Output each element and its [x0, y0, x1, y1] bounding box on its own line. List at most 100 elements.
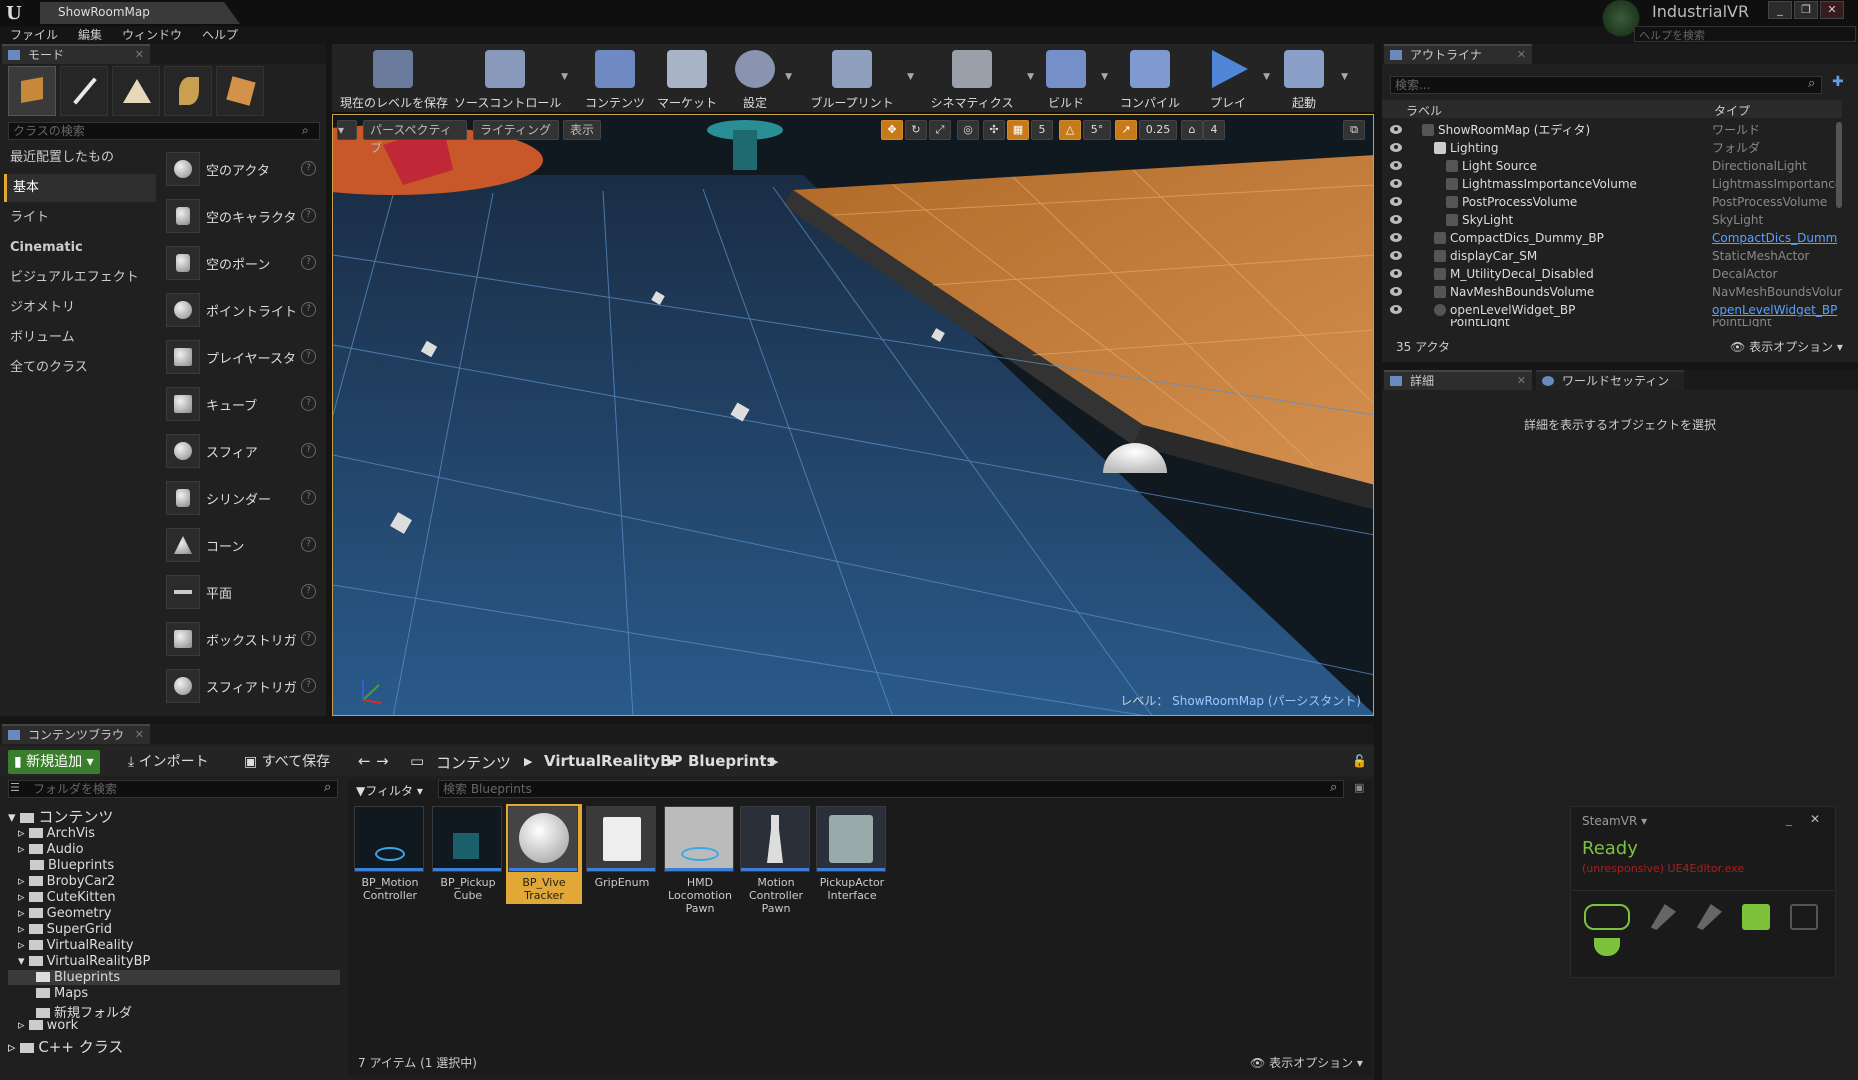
headset-icon[interactable]	[1584, 904, 1630, 930]
viewport-options-button[interactable]: ▾	[337, 120, 357, 140]
geometry-mode-button[interactable]	[216, 66, 264, 116]
place-item[interactable]: 空のキャラクタ?	[162, 194, 322, 239]
tab-modes[interactable]: モード ✕	[2, 44, 150, 64]
tree-node[interactable]: ▹ Geometry	[18, 906, 112, 921]
help-icon[interactable]: ?	[301, 255, 316, 270]
camera-speed-value[interactable]: 4	[1203, 120, 1225, 140]
close-icon[interactable]: ✕	[135, 726, 144, 744]
save-level-button[interactable]: 現在のレベルを保存	[340, 44, 448, 112]
row-type-link[interactable]: CompactDics_Dumm	[1712, 229, 1842, 247]
outliner-row[interactable]: NavMeshBoundsVolume NavMeshBoundsVolun	[1382, 283, 1842, 301]
maximize-viewport-icon[interactable]: ⧉	[1343, 120, 1365, 140]
scale-snap-value[interactable]: 0.25	[1139, 120, 1177, 140]
breadcrumb-separator[interactable]: ▶	[668, 755, 676, 768]
help-icon[interactable]: ?	[301, 443, 316, 458]
eye-icon[interactable]	[1390, 161, 1402, 170]
help-icon[interactable]: ?	[301, 302, 316, 317]
menu-file[interactable]: ファイル	[10, 26, 58, 43]
minimize-button[interactable]: _	[1768, 1, 1792, 19]
place-mode-button[interactable]	[8, 66, 56, 116]
help-icon[interactable]: ?	[301, 490, 316, 505]
chevron-down-icon[interactable]: ▼	[1101, 72, 1108, 82]
breadcrumb-virtualrealitybp[interactable]: VirtualRealityBP	[544, 752, 683, 770]
help-icon[interactable]: ?	[301, 161, 316, 176]
eye-icon[interactable]	[1390, 305, 1402, 314]
outliner-row[interactable]: M_UtilityDecal_Disabled DecalActor	[1382, 265, 1842, 283]
category-visual-effects[interactable]: ビジュアルエフェクト	[4, 264, 156, 292]
asset-tile[interactable]: PickupActor Interface	[816, 806, 888, 902]
tree-node[interactable]: Blueprints	[30, 858, 114, 873]
tree-node-selected[interactable]: Blueprints	[8, 970, 340, 985]
category-all-classes[interactable]: 全てのクラス	[4, 354, 156, 382]
add-actor-icon[interactable]: ✚	[1832, 74, 1844, 90]
tree-node[interactable]: Maps	[36, 986, 88, 1001]
asset-search-input[interactable]: 検索 Blueprints	[438, 780, 1344, 798]
rotation-snap-value[interactable]: 5°	[1083, 120, 1111, 140]
close-icon[interactable]: ✕	[1517, 46, 1526, 64]
tree-node[interactable]: ▹ ArchVis	[18, 826, 95, 841]
asset-tile[interactable]: Motion Controller Pawn	[740, 806, 812, 915]
outliner-view-options[interactable]: 👁 表示オプション ▾	[1730, 338, 1843, 355]
eye-icon[interactable]	[1390, 197, 1402, 206]
help-icon[interactable]: ?	[301, 631, 316, 646]
asset-tile[interactable]: HMD Locomotion Pawn	[664, 806, 736, 915]
blueprints-button[interactable]: ブループリント ▼	[802, 44, 914, 112]
asset-tile-selected[interactable]: BP_Vive Tracker	[506, 804, 582, 904]
asset-tile[interactable]: BP_Pickup Cube	[432, 806, 504, 902]
class-search-input[interactable]: クラスの検索	[8, 122, 320, 140]
translate-icon[interactable]: ✥	[881, 120, 903, 140]
level-viewport[interactable]: ▾ パースペクティブ ライティング 表示 ✥ ↻ ⤢ ◎ ✣ ▦ 5 △ 5° …	[332, 114, 1374, 716]
outliner-row[interactable]: Lighting フォルダ	[1382, 139, 1842, 157]
grid-snap-icon[interactable]: ▦	[1007, 120, 1029, 140]
outliner-row[interactable]: PointLight PointLight	[1382, 319, 1842, 327]
breadcrumb-root[interactable]: コンテンツ	[436, 752, 511, 773]
help-icon[interactable]: ?	[301, 584, 316, 599]
splitter[interactable]	[1374, 370, 1382, 1080]
eye-icon[interactable]	[1390, 251, 1402, 260]
category-basic[interactable]: 基本	[4, 174, 156, 202]
content-view-options[interactable]: 👁 表示オプション ▾	[1250, 1054, 1363, 1071]
breadcrumb-blueprints[interactable]: Blueprints	[688, 752, 775, 770]
eye-icon[interactable]	[1390, 287, 1402, 296]
camera-speed-icon[interactable]: ⌂	[1181, 120, 1203, 140]
breadcrumb-separator[interactable]: ▶	[524, 755, 532, 768]
category-cinematic[interactable]: Cinematic	[4, 234, 156, 262]
chevron-down-icon[interactable]: ▼	[907, 72, 914, 82]
tree-node[interactable]: ▹ C++ クラス	[8, 1036, 123, 1057]
place-item[interactable]: 空のアクタ?	[162, 147, 322, 192]
source-control-button[interactable]: ソースコントロール ▼	[454, 44, 568, 112]
eye-icon[interactable]	[1390, 179, 1402, 188]
outliner-row[interactable]: CompactDics_Dummy_BP CompactDics_Dumm	[1382, 229, 1842, 247]
place-item[interactable]: 空のポーン?	[162, 241, 322, 286]
tree-node[interactable]: ▹ BrobyCar2	[18, 874, 115, 889]
tab-details[interactable]: 詳細 ✕	[1384, 370, 1532, 390]
col-type[interactable]: タイプ	[1714, 102, 1750, 119]
tree-node[interactable]: ▹ work	[18, 1018, 78, 1033]
chevron-down-icon[interactable]: ▼	[1341, 72, 1348, 82]
scale-snap-icon[interactable]: ↗	[1115, 120, 1137, 140]
tab-outliner[interactable]: アウトライナ ✕	[1384, 44, 1532, 64]
world-icon[interactable]: ◎	[957, 120, 979, 140]
category-lights[interactable]: ライト	[4, 204, 156, 232]
foliage-mode-button[interactable]	[164, 66, 212, 116]
menu-help[interactable]: ヘルプ	[202, 26, 238, 43]
outliner-row[interactable]: ShowRoomMap (エディタ) ワールド	[1382, 121, 1842, 139]
help-icon[interactable]: ?	[301, 537, 316, 552]
outliner-row[interactable]: Light Source DirectionalLight	[1382, 157, 1842, 175]
maximize-button[interactable]: ❐	[1794, 1, 1818, 19]
outliner-row[interactable]: LightmassImportanceVolume LightmassImport…	[1382, 175, 1842, 193]
outliner-row[interactable]: SkyLight SkyLight	[1382, 211, 1842, 229]
base-station-icon[interactable]	[1790, 904, 1818, 930]
eye-icon[interactable]	[1390, 143, 1402, 152]
outliner-row[interactable]: displayCar_SM StaticMeshActor	[1382, 247, 1842, 265]
sources-toggle-icon[interactable]: ☰	[10, 781, 20, 794]
rotation-snap-icon[interactable]: △	[1059, 120, 1081, 140]
tab-world-settings[interactable]: ワールドセッティン	[1536, 370, 1684, 390]
outliner-row[interactable]: PostProcessVolume PostProcessVolume	[1382, 193, 1842, 211]
paint-mode-button[interactable]	[60, 66, 108, 116]
surface-snap-icon[interactable]: ✣	[983, 120, 1005, 140]
eye-icon[interactable]	[1390, 233, 1402, 242]
add-new-button[interactable]: ▮ 新規追加 ▾	[8, 750, 100, 774]
tree-node[interactable]: ▾ VirtualRealityBP	[18, 954, 150, 969]
back-icon[interactable]: ←	[358, 752, 371, 770]
